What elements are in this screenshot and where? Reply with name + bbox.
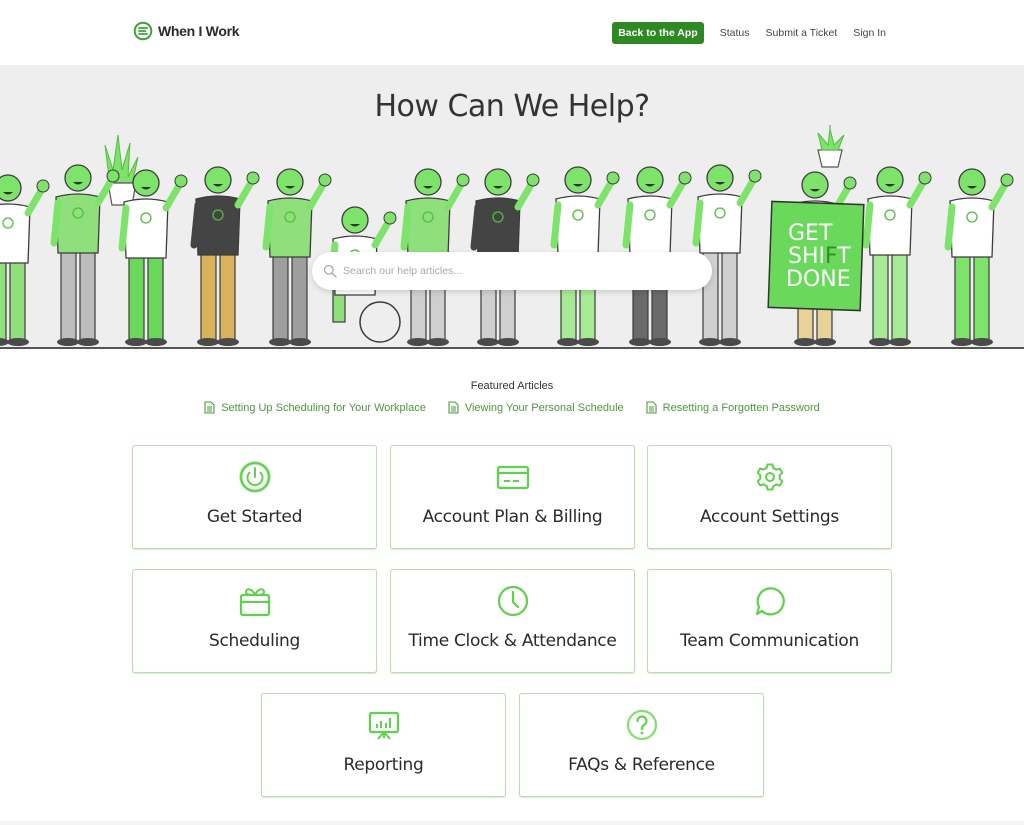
category-card-reporting[interactable]: Reporting <box>261 693 506 797</box>
sign-line-1: GET <box>788 221 833 246</box>
plant-right-illustration <box>817 125 845 168</box>
featured-article-label: Viewing Your Personal Schedule <box>464 401 624 414</box>
category-label: Scheduling <box>209 631 300 651</box>
category-card-time-clock-attendance[interactable]: Time Clock & Attendance <box>390 569 635 673</box>
presentation-chart-icon <box>368 711 399 740</box>
featured-articles-title: Featured Articles <box>470 380 554 392</box>
sign-line-2b: F <box>825 244 837 269</box>
person-illustration <box>0 174 50 346</box>
plant-left-illustration <box>104 134 139 206</box>
question-circle-icon <box>626 709 657 741</box>
category-label: Team Communication <box>680 631 859 651</box>
document-icon <box>646 401 657 414</box>
featured-articles-list: Setting Up Scheduling for Your Workplace… <box>0 401 1024 414</box>
sign-line-2: SHIFT <box>788 244 851 269</box>
sign-line-2a: SHI <box>788 244 825 269</box>
category-card-team-communication[interactable]: Team Communication <box>647 569 892 673</box>
power-icon <box>239 461 270 493</box>
person-illustration <box>190 166 260 346</box>
featured-article-label: Setting Up Scheduling for Your Workplace <box>221 401 426 414</box>
logo[interactable]: When I Work <box>133 21 240 41</box>
category-card-get-started[interactable]: Get Started <box>132 445 377 549</box>
hero-title: How Can We Help? <box>374 89 650 124</box>
sign-line-2c: T <box>836 244 851 269</box>
document-icon <box>448 401 459 414</box>
category-card-scheduling[interactable]: Scheduling <box>132 569 377 673</box>
category-label: Time Clock & Attendance <box>408 631 617 651</box>
document-icon <box>204 401 215 414</box>
category-card-account-settings[interactable]: Account Settings <box>647 445 892 549</box>
search-input[interactable] <box>343 265 712 277</box>
featured-article-link[interactable]: Resetting a Forgotten Password <box>646 401 820 414</box>
logo-text: When I Work <box>158 23 240 39</box>
featured-article-label: Resetting a Forgotten Password <box>662 401 820 414</box>
status-link[interactable]: Status <box>720 27 750 39</box>
category-card-account-plan-billing[interactable]: Account Plan & Billing <box>390 445 635 549</box>
sign-in-link[interactable]: Sign In <box>853 27 886 39</box>
back-to-app-button[interactable]: Back to the App <box>612 22 704 44</box>
category-label: Account Plan & Billing <box>422 507 603 527</box>
person-illustration <box>944 168 1014 346</box>
person-illustration <box>692 164 762 346</box>
category-card-faqs-reference[interactable]: FAQs & Reference <box>519 693 764 797</box>
calendar-gift-icon <box>239 588 270 617</box>
get-shift-done-sign: GET SHIFT DONE <box>767 200 865 312</box>
person-illustration <box>862 166 932 346</box>
sign-line-3: DONE <box>786 267 851 292</box>
search-icon <box>323 264 337 278</box>
category-label: Reporting <box>343 755 424 775</box>
hero-banner: GET SHIFT DONE How Can We Help? <box>0 65 1024 349</box>
site-header: When I Work Back to the App Status Submi… <box>0 0 1024 65</box>
footer-divider <box>0 821 1024 825</box>
featured-article-link[interactable]: Viewing Your Personal Schedule <box>448 401 624 414</box>
chat-bubble-icon <box>755 587 785 616</box>
category-label: Account Settings <box>700 507 839 527</box>
top-nav: Back to the App Status Submit a Ticket S… <box>612 22 886 44</box>
clock-icon <box>497 585 528 617</box>
search-bar[interactable] <box>312 252 712 290</box>
gear-icon <box>756 463 783 491</box>
logo-icon <box>133 21 153 41</box>
category-label: Get Started <box>206 507 303 527</box>
category-label: FAQs & Reference <box>568 755 715 775</box>
submit-ticket-link[interactable]: Submit a Ticket <box>766 27 838 39</box>
featured-article-link[interactable]: Setting Up Scheduling for Your Workplace <box>204 401 426 414</box>
credit-card-icon <box>496 465 529 490</box>
